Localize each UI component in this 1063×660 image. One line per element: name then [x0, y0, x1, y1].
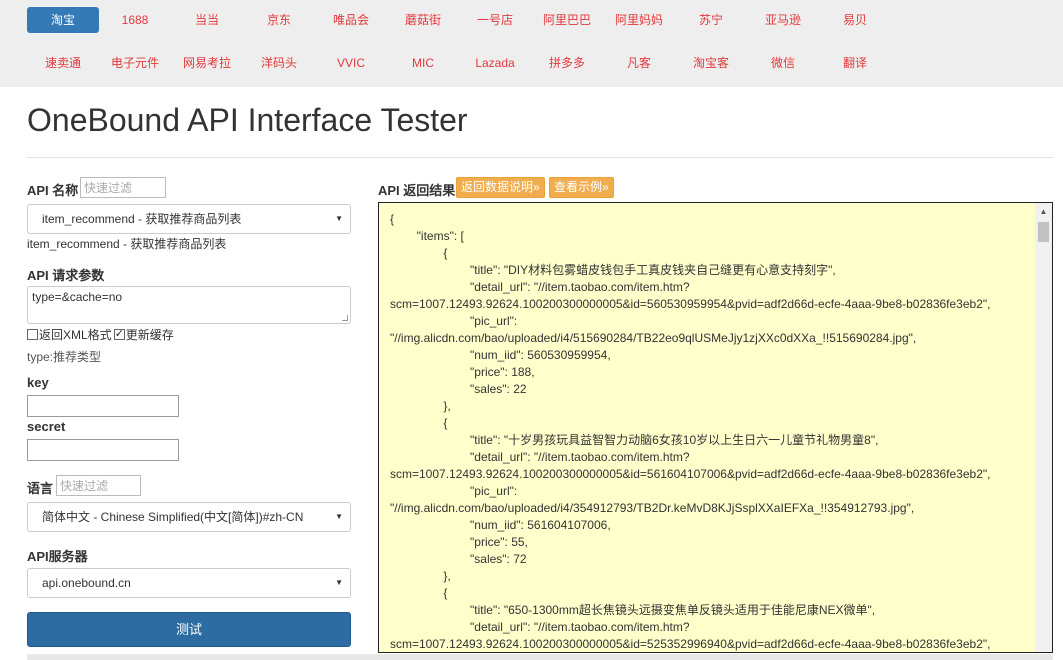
site-navigation: 淘宝 1688 当当 京东 唯品会 蘑菇街 一号店 阿里巴巴 阿里妈妈 苏宁 亚马逊 易贝 速卖通 电子…	[0, 0, 1063, 87]
key-label: key	[27, 375, 49, 390]
result-label: API 返回结果	[378, 183, 456, 198]
server-select[interactable]: api.onebound.cn ▼	[27, 568, 351, 598]
page-title: OneBound API Interface Tester	[27, 102, 468, 138]
api-name-label: API 名称	[27, 183, 79, 198]
nav-link[interactable]: 京东	[243, 7, 315, 33]
nav-link[interactable]: 洋码头	[243, 50, 315, 76]
nav-link[interactable]: 拼多多	[531, 50, 603, 76]
caret-down-icon: ▼	[335, 512, 343, 521]
cache-checkbox[interactable]	[113, 327, 125, 340]
secret-input[interactable]	[27, 439, 179, 461]
caret-down-icon: ▼	[335, 578, 343, 587]
nav-link[interactable]: 凡客	[603, 50, 675, 76]
options-row: 返回XML格式 更新缓存	[27, 326, 174, 343]
nav-link[interactable]: 亚马逊	[747, 7, 819, 33]
nav-link[interactable]: 1688	[99, 7, 171, 33]
nav-link[interactable]: 阿里妈妈	[603, 7, 675, 33]
result-scrollbar[interactable]: ▲	[1035, 203, 1052, 652]
scrollbar-thumb[interactable]	[1038, 222, 1049, 242]
nav-link[interactable]: 翻译	[819, 50, 891, 76]
result-json-text: { "items": [ { "title": "DIY材料包雾蜡皮钱包手工真皮…	[390, 212, 991, 651]
api-filter-input[interactable]	[80, 177, 166, 198]
bottom-panel-edge	[27, 654, 1053, 660]
params-value: type=&cache=no	[32, 290, 123, 304]
return-data-doc-button[interactable]: 返回数据说明»	[456, 177, 545, 198]
language-select-value: 简体中文 - Chinese Simplified(中文[简体])#zh-CN	[42, 510, 304, 524]
language-select[interactable]: 简体中文 - Chinese Simplified(中文[简体])#zh-CN …	[27, 502, 351, 532]
title-divider	[27, 157, 1053, 158]
nav-link[interactable]: 阿里巴巴	[531, 7, 603, 33]
cache-checkbox-label: 更新缓存	[125, 328, 174, 342]
xml-checkbox-label: 返回XML格式	[39, 328, 112, 342]
params-textarea[interactable]: type=&cache=no	[27, 286, 351, 324]
nav-link[interactable]: Lazada	[459, 50, 531, 76]
result-output[interactable]: { "items": [ { "title": "DIY材料包雾蜡皮钱包手工真皮…	[378, 202, 1053, 653]
caret-down-icon: ▼	[335, 214, 343, 223]
nav-link[interactable]: 电子元件	[99, 50, 171, 76]
resize-grip-icon[interactable]	[342, 315, 348, 321]
language-filter-input[interactable]	[56, 475, 141, 496]
nav-link[interactable]: 一号店	[459, 7, 531, 33]
nav-link[interactable]: 蘑菇街	[387, 7, 459, 33]
secret-label: secret	[27, 419, 66, 434]
nav-link[interactable]: 唯品会	[315, 7, 387, 33]
nav-link[interactable]: 速卖通	[27, 50, 99, 76]
nav-link[interactable]: 苏宁	[675, 7, 747, 33]
view-example-button[interactable]: 查看示例»	[549, 177, 614, 198]
nav-link[interactable]: 微信	[747, 50, 819, 76]
api-description: item_recommend - 获取推荐商品列表	[27, 237, 227, 251]
params-label: API 请求参数	[27, 268, 105, 283]
nav-link[interactable]: MIC	[387, 50, 459, 76]
nav-link[interactable]: 淘宝	[27, 7, 99, 33]
param-hint: type:推荐类型	[27, 350, 102, 364]
api-select[interactable]: item_recommend - 获取推荐商品列表 ▼	[27, 204, 351, 234]
key-input[interactable]	[27, 395, 179, 417]
nav-link[interactable]: 淘宝客	[675, 50, 747, 76]
server-select-value: api.onebound.cn	[42, 576, 131, 590]
test-button[interactable]: 测试	[27, 612, 351, 647]
nav-link[interactable]: VVIC	[315, 50, 387, 76]
language-label: 语言	[27, 481, 54, 496]
api-select-value: item_recommend - 获取推荐商品列表	[42, 212, 242, 226]
scroll-up-arrow-icon[interactable]: ▲	[1035, 203, 1052, 220]
xml-checkbox[interactable]	[27, 329, 38, 340]
nav-link[interactable]: 网易考拉	[171, 50, 243, 76]
nav-link[interactable]: 当当	[171, 7, 243, 33]
nav-link[interactable]: 易贝	[819, 7, 891, 33]
server-label: API服务器	[27, 549, 88, 564]
